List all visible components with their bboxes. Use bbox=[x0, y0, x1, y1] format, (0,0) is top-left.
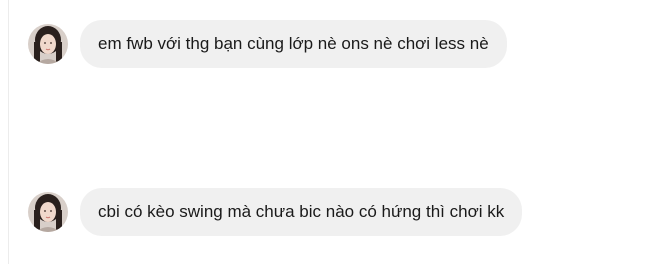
avatar-photo bbox=[28, 24, 68, 64]
message-bubble[interactable]: em fwb với thg bạn cùng lớp nè ons nè ch… bbox=[80, 20, 507, 68]
avatar-photo bbox=[28, 192, 68, 232]
left-divider bbox=[8, 0, 9, 264]
message-bubble[interactable]: cbi có kèo swing mà chưa bic nào có hứng… bbox=[80, 188, 523, 236]
avatar[interactable] bbox=[28, 24, 68, 64]
avatar[interactable] bbox=[28, 192, 68, 232]
message-row: em fwb với thg bạn cùng lớp nè ons nè ch… bbox=[28, 20, 507, 68]
message-row: cbi có kèo swing mà chưa bic nào có hứng… bbox=[28, 188, 523, 236]
